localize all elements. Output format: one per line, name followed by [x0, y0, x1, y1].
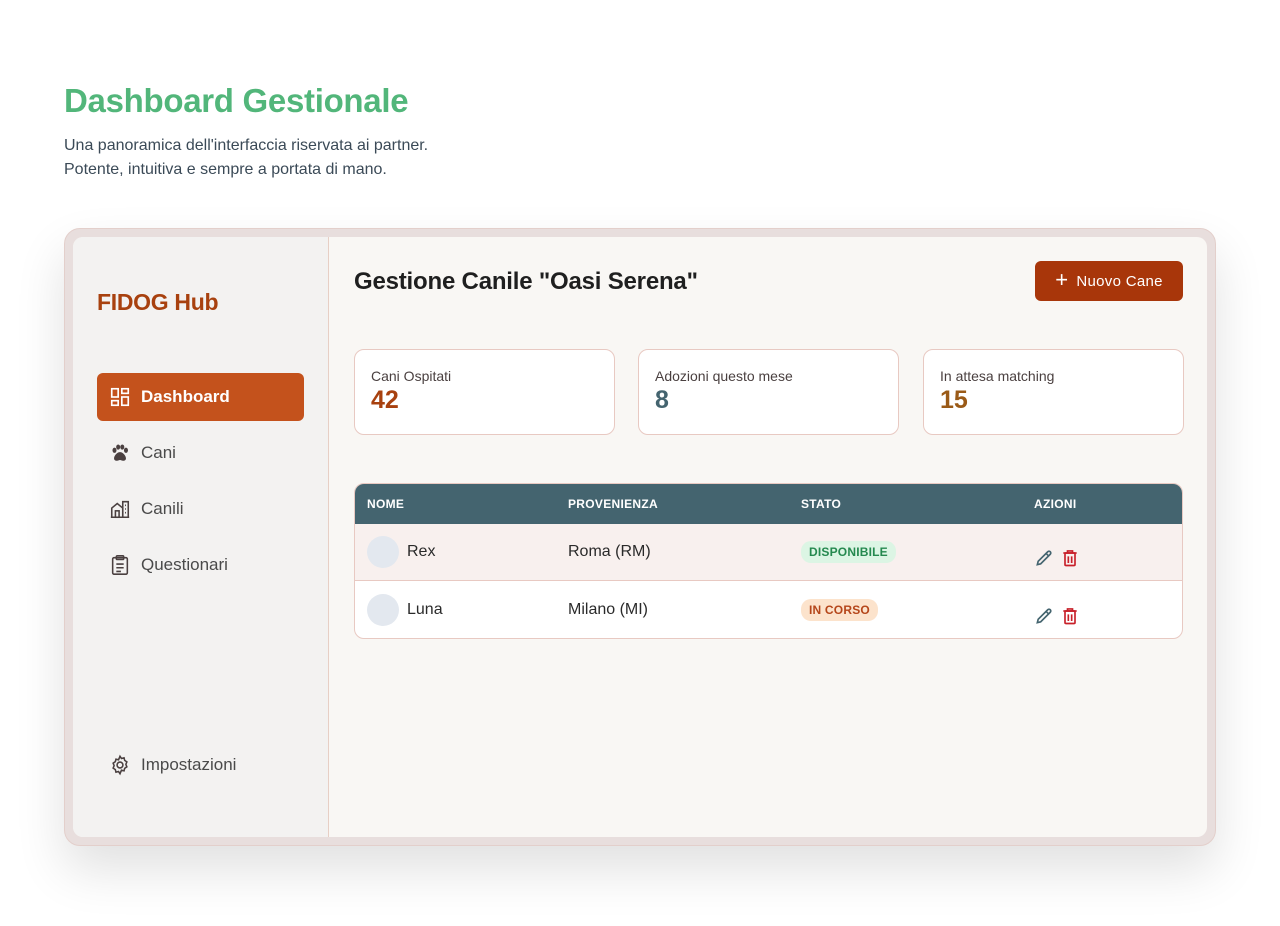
table-header: NOME PROVENIENZA STATO AZIONI	[355, 484, 1182, 524]
stat-label: Cani Ospitati	[371, 368, 452, 384]
brand-logo: FIDOG Hub	[97, 289, 219, 315]
sidebar-item-label: Canili	[141, 499, 184, 518]
edit-icon[interactable]	[1034, 606, 1054, 626]
sidebar-item-canili[interactable]: Canili	[97, 485, 304, 533]
sidebar-item-label: Dashboard	[141, 387, 230, 406]
dashboard-icon	[109, 386, 131, 408]
new-dog-button-label: Nuovo Cane	[1076, 272, 1163, 290]
cell-name: Rex	[355, 536, 568, 568]
trash-icon[interactable]	[1060, 606, 1080, 626]
column-header-azioni: AZIONI	[1034, 497, 1077, 511]
status-badge: IN CORSO	[801, 598, 878, 621]
stat-value: 42	[371, 386, 399, 414]
column-header-provenienza[interactable]: PROVENIENZA	[568, 497, 801, 511]
sidebar-item-label: Questionari	[141, 555, 228, 574]
stat-card-hosted: Cani Ospitati 42	[354, 349, 615, 435]
cell-origin: Roma (RM)	[568, 543, 651, 560]
cell-actions	[1034, 536, 1182, 568]
column-header-stato[interactable]: STATO	[801, 497, 1034, 511]
building-icon	[109, 498, 131, 520]
dogs-table: NOME PROVENIENZA STATO AZIONI Rex Roma (…	[354, 483, 1183, 639]
dog-name: Rex	[407, 543, 436, 560]
stat-card-adoptions: Adozioni questo mese 8	[638, 349, 899, 435]
avatar	[367, 536, 399, 568]
sidebar-item-label: Cani	[141, 443, 176, 462]
page-title: Gestione Canile "Oasi Serena"	[354, 268, 698, 295]
plus-icon: +	[1055, 267, 1069, 292]
stat-value: 15	[940, 386, 968, 414]
dog-name: Luna	[407, 600, 443, 618]
cell-status: IN CORSO	[801, 598, 1034, 621]
stat-label: Adozioni questo mese	[655, 368, 793, 384]
stat-label: In attesa matching	[940, 368, 1055, 384]
status-badge: DISPONIBILE	[801, 541, 896, 563]
hero-subtitle-line-1: Una panoramica dell'interfaccia riservat…	[64, 137, 429, 154]
cell-origin: Milano (MI)	[568, 600, 649, 618]
cell-name: Luna	[355, 593, 568, 626]
sidebar: FIDOG Hub Dashboard Cani Canili Question…	[73, 237, 329, 837]
table-row[interactable]: Luna Milano (MI) IN CORSO	[355, 581, 1182, 638]
trash-icon[interactable]	[1060, 548, 1080, 568]
stat-card-matching: In attesa matching 15	[923, 349, 1184, 435]
app-frame: FIDOG Hub Dashboard Cani Canili Question…	[64, 228, 1216, 846]
main-content: Gestione Canile "Oasi Serena" + Nuovo Ca…	[329, 237, 1207, 837]
hero-title: Dashboard Gestionale	[64, 82, 409, 119]
edit-icon[interactable]	[1034, 548, 1054, 568]
new-dog-button[interactable]: + Nuovo Cane	[1035, 261, 1183, 301]
clipboard-icon	[109, 554, 131, 576]
avatar	[367, 593, 399, 626]
sidebar-item-impostazioni[interactable]: Impostazioni	[97, 741, 304, 789]
sidebar-item-label: Impostazioni	[141, 755, 237, 774]
cell-status: DISPONIBILE	[801, 541, 1034, 563]
gear-icon	[109, 754, 131, 776]
cell-actions	[1034, 594, 1182, 626]
paw-icon	[109, 442, 131, 464]
sidebar-item-dashboard[interactable]: Dashboard	[97, 373, 304, 421]
hero-subtitle-line-2: Potente, intuitiva e sempre a portata di…	[64, 161, 387, 178]
sidebar-item-cani[interactable]: Cani	[97, 429, 304, 477]
stat-value: 8	[655, 386, 669, 414]
hero-subtitle: Una panoramica dell'interfaccia riservat…	[64, 134, 428, 182]
app-window: FIDOG Hub Dashboard Cani Canili Question…	[73, 237, 1207, 837]
sidebar-item-questionari[interactable]: Questionari	[97, 541, 304, 589]
column-header-nome[interactable]: NOME	[355, 497, 568, 511]
table-row[interactable]: Rex Roma (RM) DISPONIBILE	[355, 524, 1182, 581]
